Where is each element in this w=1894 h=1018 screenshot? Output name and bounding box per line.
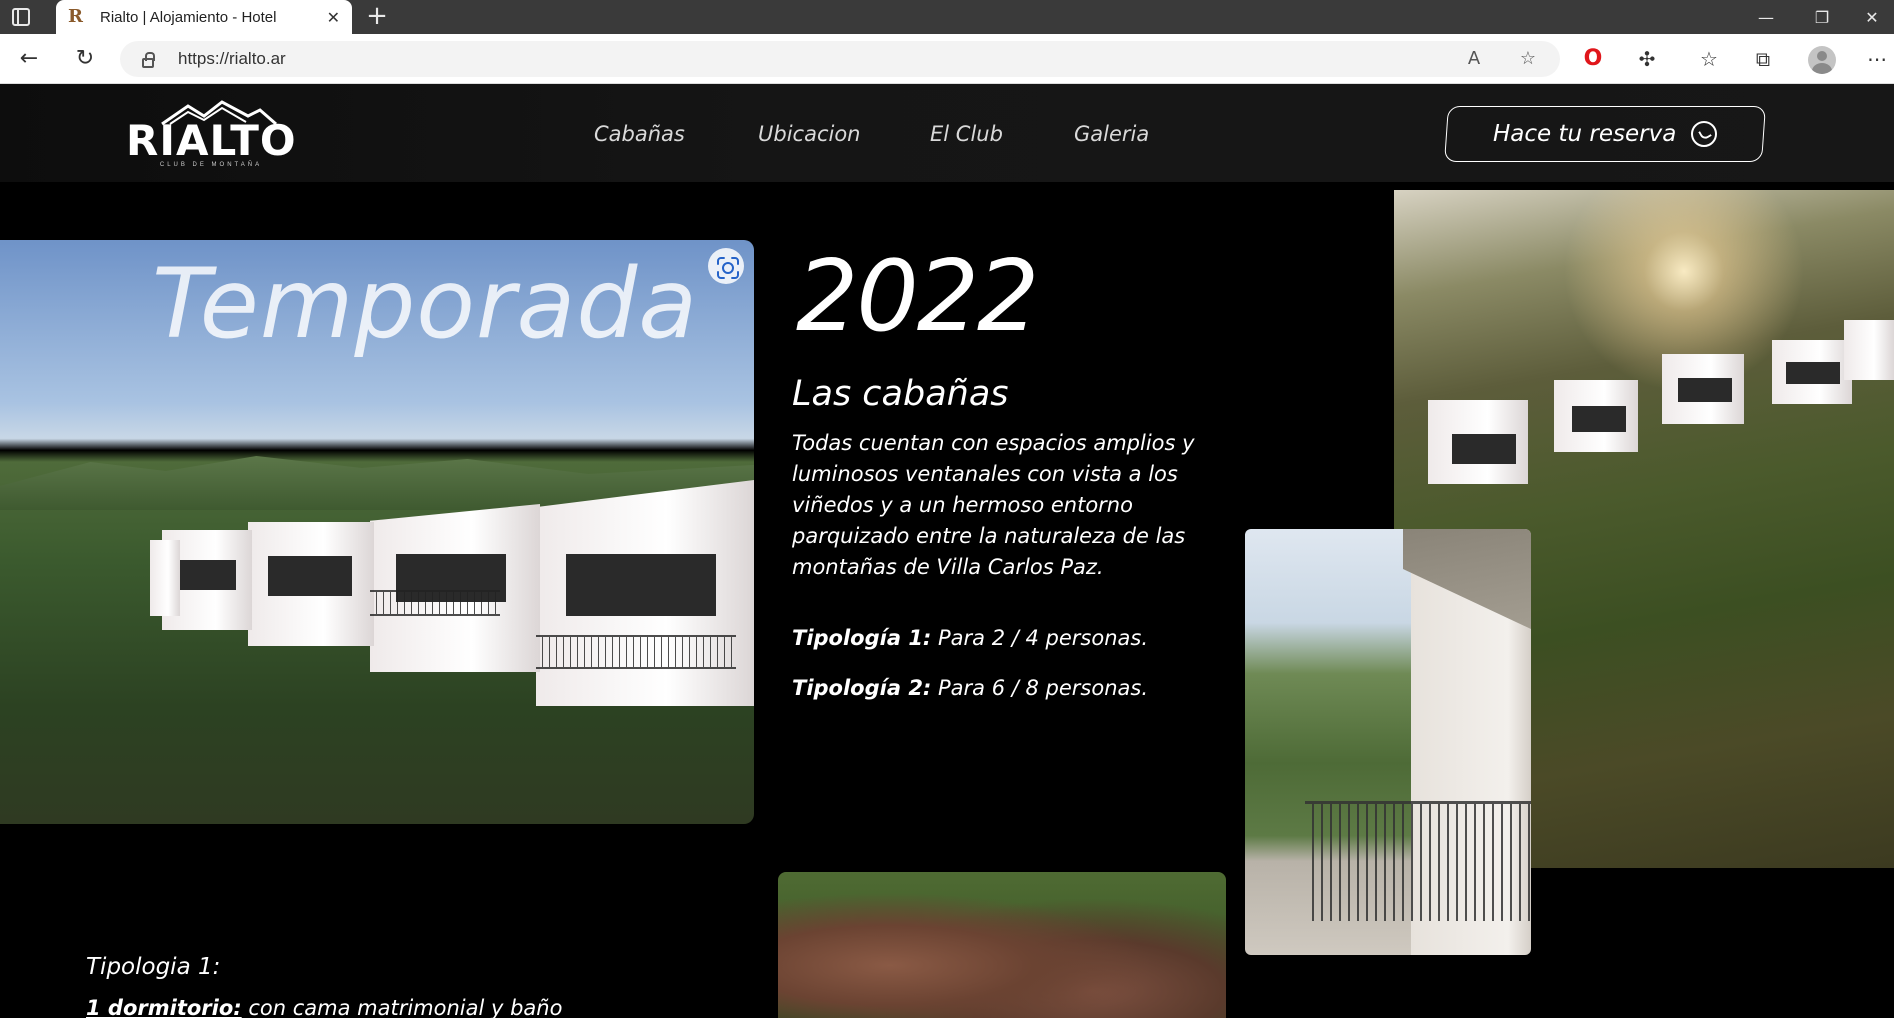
cabin-shape [1844, 320, 1894, 380]
cabin-shape [1662, 354, 1744, 424]
read-aloud-icon[interactable]: A [1460, 45, 1488, 73]
cabin-shape [1428, 400, 1528, 484]
address-toolbar: ← ↻ https://rialto.ar A ☆ O ✣ ☆ ⧉ ⋯ [0, 34, 1894, 84]
add-favorite-icon[interactable]: ☆ [1514, 45, 1542, 73]
tab-title: Rialto | Alojamiento - Hotel [100, 8, 277, 26]
balcony-railing [536, 635, 736, 669]
address-bar[interactable]: https://rialto.ar A ☆ [120, 41, 1560, 77]
logo-name: RIALTO [126, 116, 297, 165]
balcony-ceiling [1403, 529, 1531, 629]
balcony-photo [1245, 529, 1531, 955]
site-header: RIALTO CLUB DE MONTAÑA Cabañas Ubicacion… [0, 84, 1894, 182]
page-content: RIALTO CLUB DE MONTAÑA Cabañas Ubicacion… [0, 84, 1894, 1018]
type-1-line: Tipología 1: Para 2 / 4 personas. [792, 626, 1148, 650]
overlay-title: Temporada [152, 248, 699, 360]
tab-close-icon[interactable]: ✕ [327, 8, 340, 27]
rocks-photo [778, 872, 1226, 1018]
cabin-shape [536, 480, 754, 706]
new-tab-button[interactable]: + [362, 2, 392, 32]
favicon-icon: R [68, 6, 83, 27]
cabin-shape [1772, 340, 1852, 404]
menu-icon[interactable]: ⋯ [1862, 44, 1892, 74]
logo[interactable]: RIALTO CLUB DE MONTAÑA [126, 98, 296, 170]
details-heading: Tipologia 1: [86, 954, 221, 980]
nav-galeria[interactable]: Galeria [1074, 122, 1149, 146]
season-year: 2022 [796, 240, 1039, 354]
collections-icon[interactable]: ⧉ [1748, 44, 1778, 74]
type-2-label: Tipología 2: [792, 676, 932, 700]
visual-search-icon[interactable] [708, 248, 744, 284]
browser-tab[interactable]: R Rialto | Alojamiento - Hotel ✕ [56, 0, 352, 34]
profile-icon[interactable] [1808, 46, 1836, 74]
balcony-railing [1305, 801, 1531, 921]
type-2-value: Para 6 / 8 personas. [931, 676, 1149, 700]
details-line-label: 1 dormitorio: [86, 996, 242, 1018]
section-subtitle: Las cabañas [792, 374, 1009, 414]
balcony-railing [370, 590, 500, 616]
close-window-button[interactable]: ✕ [1850, 0, 1894, 34]
extensions-icon[interactable]: ✣ [1632, 44, 1662, 74]
nav-cabanas[interactable]: Cabañas [594, 122, 685, 146]
details-line: 1 dormitorio: con cama matrimonial y bañ… [86, 996, 562, 1018]
reserve-button[interactable]: Hace tu reserva [1444, 106, 1766, 162]
reload-icon[interactable]: ↻ [70, 44, 100, 74]
type-1-value: Para 2 / 4 personas. [931, 626, 1149, 650]
cabin-shape [370, 504, 540, 672]
browser-tab-bar: R Rialto | Alojamiento - Hotel ✕ + — ❐ ✕ [0, 0, 1894, 34]
logo-tagline: CLUB DE MONTAÑA [159, 162, 263, 168]
nav-ubicacion[interactable]: Ubicacion [758, 122, 861, 146]
type-2-line: Tipología 2: Para 6 / 8 personas. [792, 676, 1148, 700]
cabin-shape [150, 540, 180, 616]
opera-icon[interactable]: O [1578, 44, 1608, 74]
url-text[interactable]: https://rialto.ar [178, 49, 286, 69]
cabin-shape [248, 522, 374, 646]
section-description: Todas cuentan con espacios amplios y lum… [792, 431, 1195, 579]
details-line-value: con cama matrimonial y baño [241, 996, 563, 1018]
tab-actions-icon[interactable] [12, 8, 30, 26]
reserve-button-label: Hace tu reserva [1493, 121, 1677, 147]
favorites-icon[interactable]: ☆ [1694, 44, 1724, 74]
nav-el-club[interactable]: El Club [930, 122, 1003, 146]
restore-button[interactable]: ❐ [1794, 0, 1850, 34]
whatsapp-icon [1690, 121, 1717, 147]
cabin-shape [1554, 380, 1638, 452]
cabins-hero-photo: Temporada [0, 240, 754, 824]
back-icon[interactable]: ← [14, 44, 44, 74]
minimize-button[interactable]: — [1738, 0, 1794, 34]
lock-icon[interactable] [142, 52, 155, 68]
type-1-label: Tipología 1: [792, 626, 932, 650]
